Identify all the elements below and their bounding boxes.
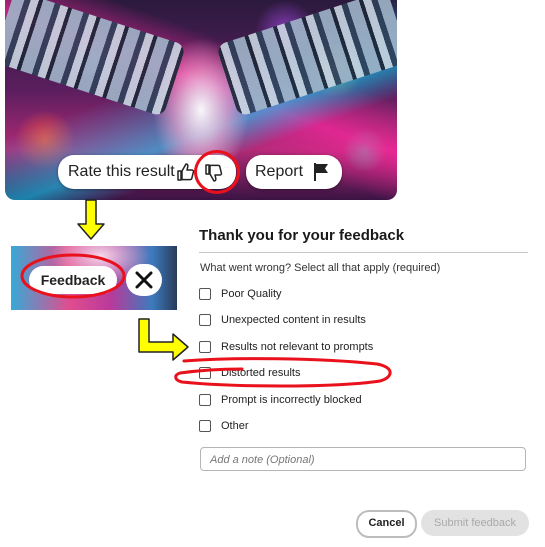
dialog-title: Thank you for your feedback [199,227,405,244]
checkbox[interactable] [199,420,211,432]
report-button[interactable]: Report [246,155,342,189]
thumbs-up-icon[interactable] [176,162,196,182]
note-input[interactable]: Add a note (Optional) [200,447,526,471]
option-not-relevant[interactable]: Results not relevant to prompts [199,337,373,357]
yellow-down-arrow [77,199,105,240]
close-icon [135,271,153,289]
robot-arm-left [5,0,187,117]
dialog-question: What went wrong? Select all that apply (… [200,262,441,274]
submit-feedback-button[interactable]: Submit feedback [421,510,529,536]
option-label: Results not relevant to prompts [221,341,374,353]
checkbox[interactable] [199,314,211,326]
robot-arm-right [215,0,397,117]
report-label: Report [255,163,304,180]
option-label: Prompt is incorrectly blocked [221,394,362,406]
flag-icon [314,163,328,181]
annotation-circle-distorted [174,357,392,388]
option-incorrectly-blocked[interactable]: Prompt is incorrectly blocked [199,390,362,410]
option-poor-quality[interactable]: Poor Quality [199,284,282,304]
option-other[interactable]: Other [199,416,249,436]
annotation-circle-thumbs-down [194,150,240,194]
rate-result-label: Rate this result [68,163,175,180]
checkbox[interactable] [199,341,211,353]
checkbox[interactable] [199,394,211,406]
cancel-button[interactable]: Cancel [356,510,417,538]
option-label: Poor Quality [221,288,282,300]
option-label: Other [221,420,249,432]
close-button[interactable] [126,264,162,296]
checkbox[interactable] [199,288,211,300]
option-unexpected-content[interactable]: Unexpected content in results [199,310,366,330]
annotation-circle-feedback [20,253,126,299]
divider [199,252,528,253]
option-label: Unexpected content in results [221,314,366,326]
